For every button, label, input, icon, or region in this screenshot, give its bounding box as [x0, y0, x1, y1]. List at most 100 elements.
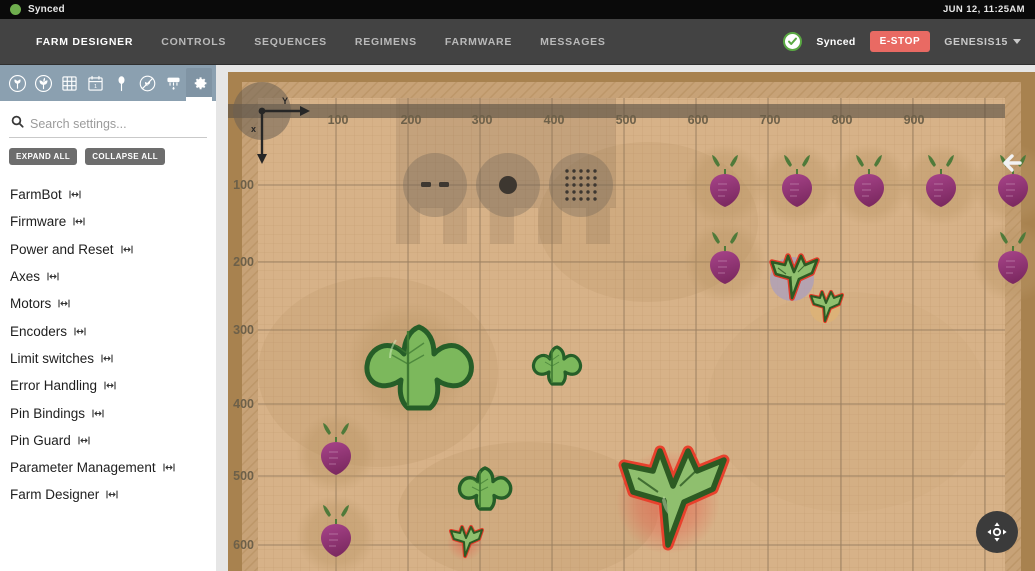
nav-tab-farmware[interactable]: FARMWARE: [431, 36, 526, 48]
expand-icon[interactable]: [92, 408, 104, 418]
x-tick: 600: [688, 113, 709, 127]
garden-map[interactable]: 100 200 300 400 500 600 700 800 900 100 …: [228, 72, 1035, 571]
search-box[interactable]: [9, 113, 207, 138]
expand-icon[interactable]: [106, 490, 118, 499]
top-status-bar: Synced JUN 12, 11:25AM: [0, 0, 1035, 19]
calendar-icon[interactable]: 1: [82, 68, 108, 98]
device-name-label: GENESIS15: [944, 35, 1008, 48]
origin-y-label: Y: [282, 96, 288, 106]
setting-row-limit-switches[interactable]: Limit switches: [0, 345, 216, 372]
emergency-stop-button[interactable]: E-STOP: [869, 31, 931, 52]
y-tick: 300: [233, 323, 254, 337]
setting-label: Encoders: [10, 323, 68, 339]
nav-tab-messages[interactable]: MESSAGES: [526, 36, 620, 48]
expand-icon[interactable]: [121, 245, 133, 254]
nav-tab-sequences[interactable]: SEQUENCES: [240, 36, 341, 48]
weed-marker[interactable]: [447, 525, 484, 561]
y-tick: 200: [233, 255, 254, 269]
current-datetime: JUN 12, 11:25AM: [942, 4, 1025, 15]
x-tick: 300: [472, 113, 493, 127]
setting-label: Power and Reset: [10, 241, 114, 257]
setting-row-error-handling[interactable]: Error Handling: [0, 372, 216, 399]
panel-icon-strip: 1: [0, 65, 216, 101]
sensor-icon[interactable]: [160, 68, 186, 98]
setting-row-pin-guard[interactable]: Pin Guard: [0, 427, 216, 454]
plants-icon[interactable]: [30, 68, 56, 98]
origin-x-label: x: [251, 124, 256, 134]
plant-beet[interactable]: [684, 221, 766, 303]
plant-beet[interactable]: [684, 144, 766, 226]
nav-tab-controls[interactable]: CONTROLS: [147, 36, 240, 48]
nav-sync-status: Synced: [816, 35, 856, 48]
setting-row-parameter-management[interactable]: Parameter Management: [0, 454, 216, 481]
plant-beet[interactable]: [828, 144, 910, 226]
plant-icon[interactable]: [4, 68, 30, 98]
setting-row-power-and-reset[interactable]: Power and Reset: [0, 236, 216, 263]
search-icon: [11, 115, 24, 133]
expand-icon[interactable]: [104, 381, 116, 390]
garden-map-svg[interactable]: 100 200 300 400 500 600 700 800 900 100 …: [228, 72, 1035, 571]
setting-label: Firmware: [10, 214, 67, 230]
nav-tab-farm-designer[interactable]: FARM DESIGNER: [22, 36, 147, 48]
back-arrow-icon[interactable]: [999, 150, 1029, 176]
connectivity-check-icon[interactable]: [783, 32, 803, 51]
weeds-icon[interactable]: [134, 68, 160, 98]
sync-status-group: Synced: [10, 4, 65, 15]
setting-row-axes[interactable]: Axes: [0, 263, 216, 290]
settings-panel: 1 Search settings... EXPAND ALL COLLAPSE…: [0, 65, 216, 571]
plant-beet[interactable]: [900, 144, 982, 226]
x-tick: 800: [832, 113, 853, 127]
expand-icon[interactable]: [101, 354, 113, 363]
y-tick: 500: [233, 469, 254, 483]
svg-text:1: 1: [93, 84, 96, 90]
settings-list: FarmBot Firmware Power and Reset Axes Mo…: [0, 165, 216, 509]
plant-beet[interactable]: [296, 413, 376, 493]
expand-icon[interactable]: [74, 327, 86, 336]
expand-icon[interactable]: [78, 436, 90, 445]
setting-label: Parameter Management: [10, 460, 156, 476]
search-row: [0, 101, 216, 138]
collapse-all-button[interactable]: COLLAPSE ALL: [85, 148, 166, 165]
sync-status-dot: [10, 4, 21, 15]
main-navbar: FARM DESIGNER CONTROLS SEQUENCES REGIMEN…: [0, 19, 1035, 65]
setting-label: Motors: [10, 296, 52, 312]
plant-beet[interactable]: [756, 144, 838, 226]
tool-watering-nozzle[interactable]: [476, 153, 540, 217]
tool-seed-tray[interactable]: [549, 153, 613, 217]
expand-collapse-row: EXPAND ALL COLLAPSE ALL: [0, 138, 216, 165]
setting-label: FarmBot: [10, 187, 62, 203]
expand-icon[interactable]: [58, 299, 70, 308]
nav-right-group: Synced E-STOP GENESIS15: [783, 31, 1035, 52]
points-pin-icon[interactable]: [108, 68, 134, 98]
device-selector[interactable]: GENESIS15: [944, 36, 1021, 48]
settings-gear-icon[interactable]: [186, 68, 212, 101]
farmbot-app: Synced JUN 12, 11:25AM FARM DESIGNER CON…: [0, 0, 1035, 571]
setting-row-farmbot[interactable]: FarmBot: [0, 181, 216, 208]
expand-icon[interactable]: [47, 272, 59, 281]
setting-label: Error Handling: [10, 378, 98, 394]
y-tick: 100: [233, 178, 254, 192]
x-tick: 200: [401, 113, 422, 127]
setting-row-encoders[interactable]: Encoders: [0, 317, 216, 344]
x-axis-ticks: 100 200 300 400 500 600 700 800 900: [328, 113, 925, 127]
x-tick: 400: [544, 113, 565, 127]
search-input[interactable]: [30, 117, 205, 131]
x-tick: 500: [616, 113, 637, 127]
setting-row-farm-designer[interactable]: Farm Designer: [0, 481, 216, 508]
expand-icon[interactable]: [73, 217, 85, 226]
groups-grid-icon[interactable]: [56, 68, 82, 98]
tool-seeder[interactable]: [403, 153, 467, 217]
move-mode-button[interactable]: [976, 511, 1018, 553]
setting-row-pin-bindings[interactable]: Pin Bindings: [0, 399, 216, 426]
setting-row-firmware[interactable]: Firmware: [0, 208, 216, 235]
setting-label: Limit switches: [10, 350, 95, 366]
nav-tab-regimens[interactable]: REGIMENS: [341, 36, 431, 48]
expand-icon[interactable]: [69, 190, 81, 199]
x-tick: 100: [328, 113, 349, 127]
expand-all-button[interactable]: EXPAND ALL: [9, 148, 78, 165]
setting-label: Farm Designer: [10, 487, 100, 503]
x-tick: 700: [760, 113, 781, 127]
x-tick: 900: [904, 113, 925, 127]
expand-icon[interactable]: [163, 463, 175, 472]
setting-row-motors[interactable]: Motors: [0, 290, 216, 317]
